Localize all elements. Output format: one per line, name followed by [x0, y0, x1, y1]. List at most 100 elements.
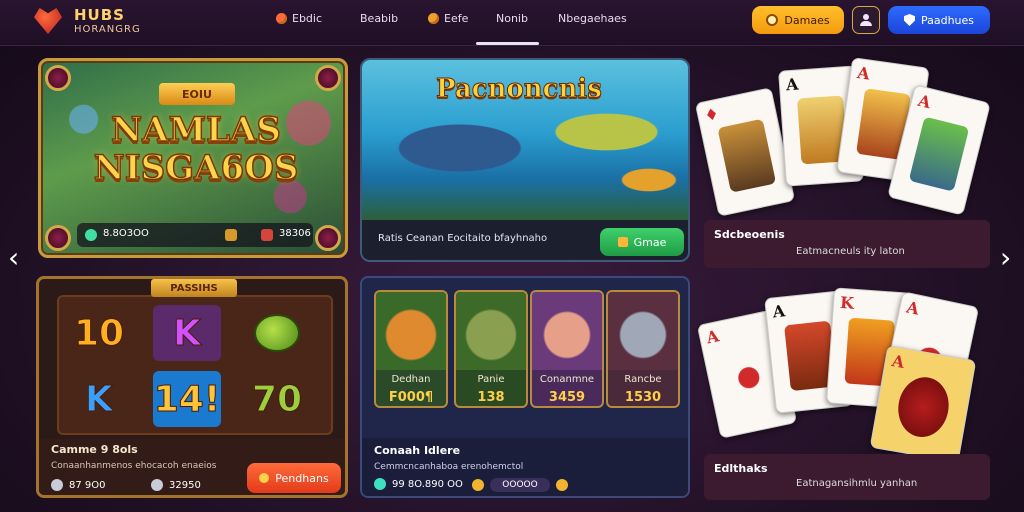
poker-bottom-subtitle: Eatnagansihmlu yanhan — [796, 478, 918, 489]
nav-item-3[interactable]: Eefe — [428, 12, 468, 25]
deposit-button[interactable]: Damaes — [752, 6, 844, 34]
fishing-play-button[interactable]: Gmae — [600, 228, 684, 256]
login-button-label: Paadhues — [920, 13, 975, 27]
chip-icon — [225, 229, 237, 241]
character-card[interactable]: Panie 138 — [454, 290, 528, 408]
fishing-game-title: Pacnoncnis — [436, 74, 603, 105]
nav-item-label: Nbegaehaes — [558, 12, 627, 25]
character-value: 138 — [477, 390, 505, 405]
silver-gem-icon — [151, 479, 163, 491]
nav-active-indicator — [476, 42, 539, 45]
symbols-play-button[interactable]: Pendhans — [247, 463, 341, 493]
top-navigation-bar: HUBS HORANGRG Ebdic Beabib Eefe Nonib Nb… — [0, 0, 1024, 46]
card-face-art — [717, 118, 777, 193]
character-name: Panie — [477, 374, 505, 385]
characters-info: Conaah Idlere Cemmcncanhaboa erenohemcto… — [362, 438, 688, 496]
corner-gem-icon — [45, 225, 71, 251]
chip-red-icon — [261, 229, 273, 241]
character-value: 3459 — [548, 390, 586, 405]
game-card-slots[interactable]: EOIU NAMLAS NISGA6OS 8.8O3OO 38306 — [38, 58, 348, 258]
slots-secondary-value: 38306 — [279, 228, 311, 239]
reel-symbol: K — [153, 305, 221, 361]
poker-bottom-title: Edlthaks — [714, 462, 768, 475]
symbols-stat-1: 87 9O0 — [51, 479, 106, 491]
character-card[interactable]: Dedhan F000¶ — [374, 290, 448, 408]
cowboy-portrait-icon — [376, 292, 446, 370]
login-button[interactable]: Paadhues — [888, 6, 990, 34]
symbols-value-2: 32950 — [169, 479, 201, 491]
nav-item-5[interactable]: Nbegaehaes — [558, 12, 627, 25]
carousel-prev-arrow-icon[interactable]: ‹ — [8, 244, 24, 276]
monster-face-icon — [254, 314, 300, 352]
logo-text-secondary: HORANGRG — [74, 24, 141, 35]
corner-gem-icon — [315, 225, 341, 251]
poker-top-subtitle: Eatmacneuls ity laton — [796, 246, 905, 257]
characters-subtitle: Cemmcncanhaboa erenohemctol — [374, 462, 524, 472]
character-name: Conanmne — [539, 374, 595, 385]
reel-symbol: 10 — [73, 312, 125, 354]
flame-icon — [276, 13, 287, 24]
fire-icon — [259, 473, 270, 483]
poker-bottom-info: Edlthaks Eatnagansihmlu yanhan — [704, 454, 990, 500]
fish-portrait-icon — [456, 292, 526, 370]
nav-item-label: Eefe — [444, 12, 469, 25]
emerald-gem-icon — [85, 229, 97, 241]
character-name: Dedhan — [391, 374, 431, 385]
pomegranate-icon — [893, 373, 954, 442]
symbols-value-1: 87 9O0 — [69, 479, 106, 491]
nav-item-1[interactable]: Ebdic — [276, 12, 322, 25]
coin-icon — [766, 14, 779, 26]
user-profile-button[interactable] — [852, 6, 880, 34]
symbols-play-label: Pendhans — [275, 471, 329, 485]
characters-stat-2: OOOOO — [472, 478, 568, 492]
symbols-info: Camme 9 8ols Conaanhanmenos ehocacoh ena… — [39, 439, 345, 495]
silver-gem-icon — [51, 479, 63, 491]
characters-value-1: 99 8O.890 OO — [392, 478, 463, 490]
character-card[interactable]: Conanmne 3459 — [530, 290, 604, 408]
characters-pill: OOOOO — [490, 478, 550, 492]
character-card[interactable]: Rancbe 1530 — [606, 290, 680, 408]
slots-game-title: NAMLAS NISGA6OS — [93, 110, 299, 188]
symbols-title: Camme 9 8ols — [51, 443, 138, 456]
poker-top-info: Sdcbeoenis Eatmacneuls ity laton — [704, 220, 990, 268]
nav-item-2[interactable]: Beabib — [360, 12, 398, 25]
game-card-characters[interactable]: Dedhan F000¶ Panie 138 Conanmne 3459 Ran… — [360, 276, 690, 498]
nav-item-4[interactable]: Nonib — [496, 12, 528, 25]
teal-gem-icon — [374, 478, 386, 490]
lady-portrait-icon — [532, 292, 602, 370]
user-icon — [860, 14, 872, 26]
slots-stats-bar: 8.8O3OO 38306 — [77, 223, 313, 247]
logo-text-primary: HUBS — [74, 6, 125, 24]
fishing-info-bar: Ratis Ceanan Eocitaito bfayhnaho Gmae — [362, 220, 688, 260]
game-card-poker-top[interactable]: ♦ A A A Sdcbeoenis Eatmacneuls ity laton — [694, 57, 991, 268]
gold-coin-icon — [472, 479, 484, 491]
game-card-fishing[interactable]: Pacnoncnis Ratis Ceanan Eocitaito bfayhn… — [360, 58, 690, 262]
deposit-button-label: Damaes — [784, 13, 830, 27]
symbols-ribbon: PASSIHS — [151, 279, 237, 297]
fishing-play-label: Gmae — [633, 235, 667, 249]
reel-symbol: 70 — [251, 378, 303, 420]
corner-gem-icon — [45, 65, 71, 91]
corner-gem-icon — [315, 65, 341, 91]
playing-card: A — [869, 344, 977, 464]
play-icon — [617, 237, 628, 247]
character-name: Rancbe — [624, 374, 662, 385]
slots-ribbon: EOIU — [159, 83, 235, 105]
fishing-description: Ratis Ceanan Eocitaito bfayhnaho — [378, 233, 548, 244]
characters-stat-1: 99 8O.890 OO — [374, 478, 463, 490]
cat-portrait-icon — [608, 292, 678, 370]
reel-symbol: 14! — [153, 371, 221, 427]
nav-item-label: Ebdic — [292, 12, 323, 25]
symbols-stat-2: 32950 — [151, 479, 201, 491]
reel-symbol: K — [85, 378, 114, 420]
gold-coin-icon — [556, 479, 568, 491]
character-value: F000¶ — [388, 390, 434, 405]
game-card-poker-bottom[interactable]: A A K A A Edlthaks Eatnagansihmlu yanhan — [696, 282, 990, 506]
nav-item-label: Nonib — [496, 12, 528, 25]
coin-icon — [428, 13, 439, 24]
carousel-next-arrow-icon[interactable]: › — [1000, 244, 1016, 276]
card-face-art — [908, 116, 970, 192]
reel-symbol-face — [243, 305, 311, 361]
site-logo[interactable]: HUBS HORANGRG — [30, 4, 150, 40]
game-card-symbols[interactable]: 10 K K 14! 70 PASSIHS Camme 9 8ols Conaa… — [36, 276, 348, 498]
